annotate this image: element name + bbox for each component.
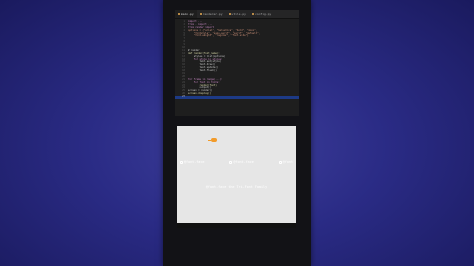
code-text: screen.display(): [188, 92, 212, 96]
font-icon: [180, 160, 183, 164]
python-file-icon: [199, 13, 202, 15]
editor-tab-label: config.py: [254, 12, 272, 16]
editor-tab-bar: main.py renderer.py utils.py config.py: [175, 10, 299, 19]
code-line[interactable]: 27: [175, 95, 299, 100]
python-file-icon: [228, 13, 231, 15]
font-item: @font-face: [229, 160, 254, 164]
font-icon: [278, 160, 282, 164]
font-icon: [229, 160, 233, 164]
font-item-label: @font-face: [184, 160, 205, 164]
code-editor: main.py renderer.py utils.py config.py 1 imp…: [175, 10, 299, 116]
font-item: @font: [278, 160, 293, 164]
editor-tab-label: utils.py: [231, 12, 246, 16]
editor-tab[interactable]: main.py: [175, 10, 197, 18]
editor-tab-label: main.py: [181, 12, 194, 16]
code-area[interactable]: 1 import ... 2 from . import ... 3 from rende…: [175, 19, 299, 100]
editor-tab-label: renderer.py: [202, 12, 223, 16]
line-number: 27: [182, 95, 185, 99]
code-text: "font-weight", "regular", "font-size"}: [188, 34, 249, 38]
font-item: @font-face: [180, 160, 204, 164]
code-text: text.flush(): [188, 69, 217, 73]
render-preview: @font-face @font-face @font @font-face the…: [177, 126, 296, 228]
editor-tab[interactable]: config.py: [249, 10, 274, 18]
preview-bottom-bar: [177, 223, 296, 228]
editor-tab[interactable]: renderer.py: [197, 10, 226, 18]
editor-tab[interactable]: utils.py: [226, 10, 249, 18]
font-item-label: @font-face: [233, 160, 254, 164]
font-item-label: @font: [282, 160, 293, 164]
python-file-icon: [251, 13, 254, 15]
preview-caption: @font-face the Tri-Font Family: [205, 185, 268, 189]
phone-frame: main.py renderer.py utils.py config.py 1 imp…: [163, 0, 311, 266]
font-icon-row: @font-face @font-face @font: [177, 160, 296, 164]
python-file-icon: [178, 13, 180, 15]
fish-icon: [208, 138, 217, 142]
